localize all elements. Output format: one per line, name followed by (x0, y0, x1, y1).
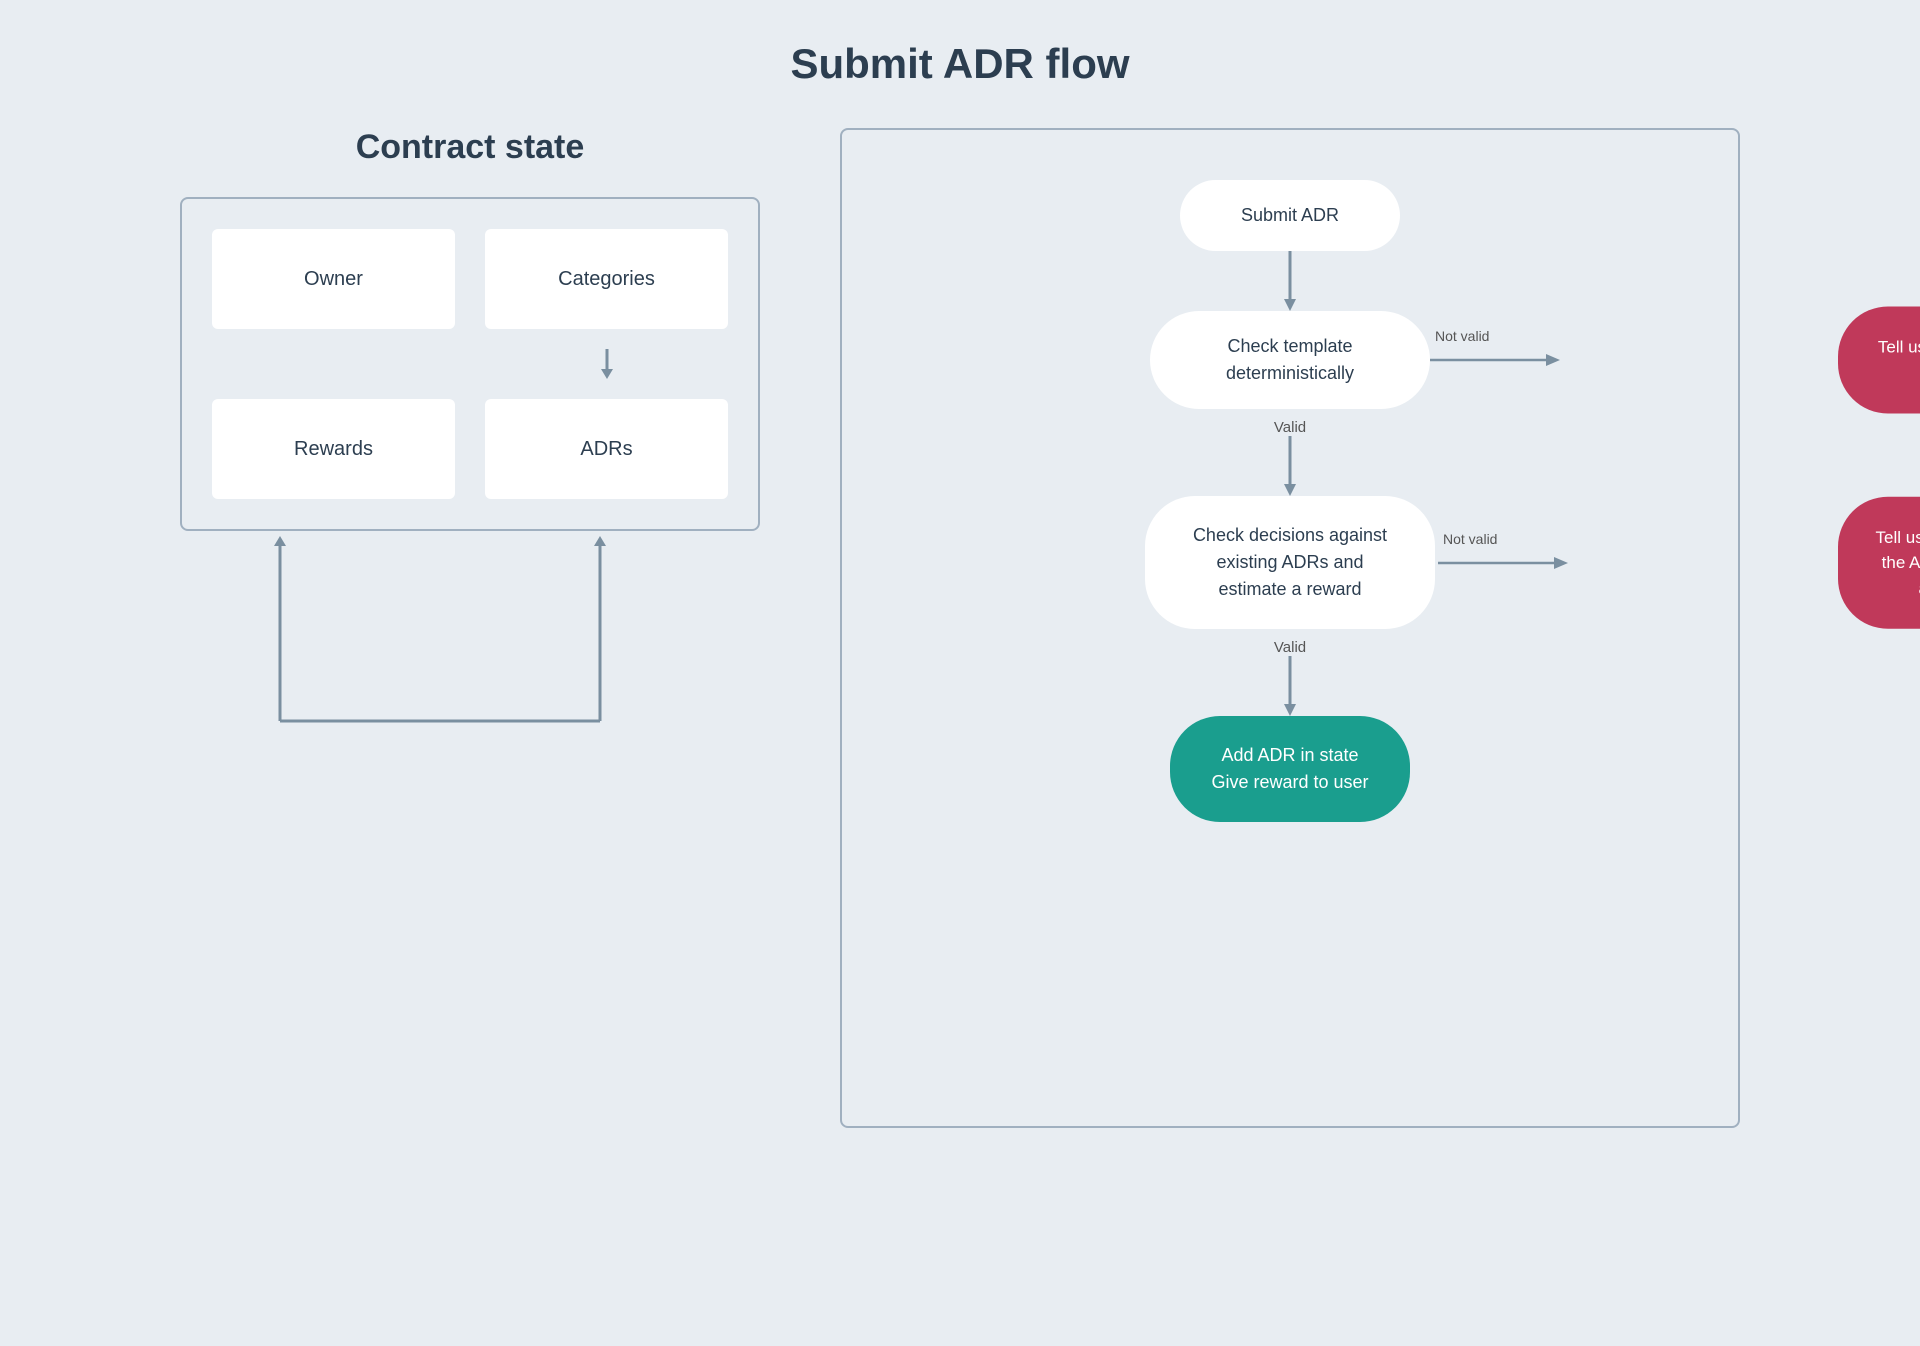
contract-grid: Owner Categories Rewards ADRs (212, 229, 728, 499)
flow-content: Submit ADR Check template deterministica… (902, 180, 1678, 822)
owner-node: Owner (212, 229, 455, 329)
contract-state-box: Owner Categories Rewards ADRs (180, 197, 760, 531)
bottom-arrows (180, 531, 760, 731)
contract-state-panel: Contract state Owner Categories (180, 128, 760, 731)
check-template-row: Check template deterministically Not val… (902, 311, 1678, 409)
page-title: Submit ADR flow (0, 0, 1920, 118)
not-valid-1-arrow: Not valid (1430, 350, 1560, 370)
categories-node: Categories (485, 229, 728, 329)
check-decisions-node: Check decisions against existing ADRs an… (1145, 496, 1435, 629)
connecting-arrows-svg (180, 531, 760, 731)
arrow2: Valid (1274, 409, 1306, 496)
check-decisions-row: Check decisions against existing ADRs an… (902, 496, 1678, 629)
adrs-node: ADRs (485, 399, 728, 499)
not-valid-2-label: Not valid (1443, 531, 1497, 547)
arrow1 (1280, 251, 1300, 311)
categories-to-adrs-arrow (485, 349, 728, 379)
check-template-node: Check template deterministically (1150, 311, 1430, 409)
spacer (212, 349, 455, 377)
submit-adr-wrapper: Submit ADR (1180, 180, 1400, 251)
valid-2-label: Valid (1274, 639, 1306, 656)
add-adr-wrapper: Add ADR in state Give reward to user (1170, 716, 1410, 822)
arrow3: Valid (1274, 629, 1306, 716)
error-template-node: Tell user template is wrong (1838, 307, 1920, 414)
adr-flow-panel: Submit ADR Check template deterministica… (840, 128, 1740, 1128)
add-adr-node: Add ADR in state Give reward to user (1170, 716, 1410, 822)
rewards-node: Rewards (212, 399, 455, 499)
contract-state-title: Contract state (180, 128, 760, 167)
submit-adr-node: Submit ADR (1180, 180, 1400, 251)
error-adr-node: Tell user reason why the ADR cannot be a… (1838, 496, 1920, 629)
not-valid-2-arrow: Not valid (1438, 553, 1568, 573)
not-valid-1-label: Not valid (1435, 328, 1489, 344)
valid-1-label: Valid (1274, 419, 1306, 436)
